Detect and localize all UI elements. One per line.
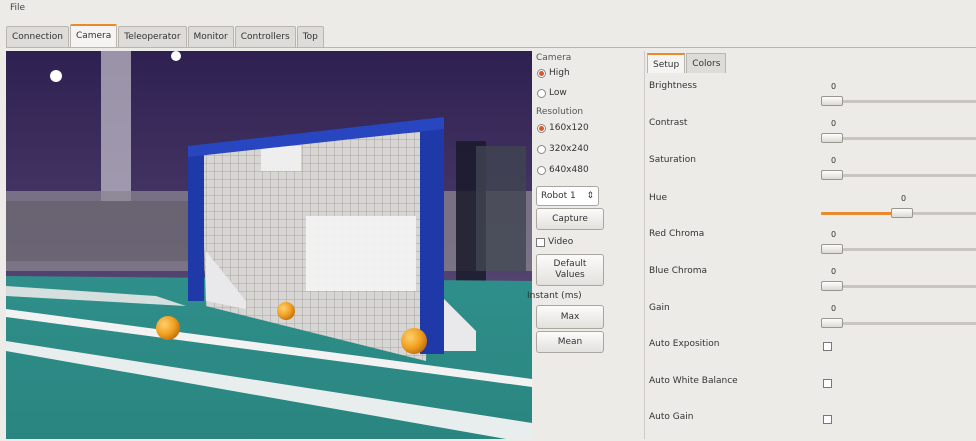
brightness-label: Brightness xyxy=(649,81,697,91)
tab-monitor[interactable]: Monitor xyxy=(187,26,234,48)
tab-teleoperator[interactable]: Teleoperator xyxy=(118,26,187,48)
robot-select[interactable]: Robot 1 ⇕ xyxy=(536,186,599,206)
red-chroma-slider-track[interactable] xyxy=(821,248,976,251)
resolution-group-label: Resolution xyxy=(536,107,584,117)
menu-file[interactable]: File xyxy=(10,3,25,13)
hue-slider-thumb[interactable] xyxy=(891,208,913,218)
video-checkbox[interactable]: Video xyxy=(536,237,573,247)
tab-divider xyxy=(6,47,976,48)
red-chroma-label: Red Chroma xyxy=(649,229,705,239)
gain-value: 0 xyxy=(831,304,837,313)
contrast-slider-thumb[interactable] xyxy=(821,133,843,143)
resolution-320-label: 320x240 xyxy=(549,144,589,154)
camera-high-label: High xyxy=(549,68,570,78)
blue-chroma-value: 0 xyxy=(831,267,837,276)
auto-exposition-label: Auto Exposition xyxy=(649,339,720,349)
default-values-line1: Default xyxy=(553,259,587,269)
radio-dot xyxy=(537,165,546,175)
contrast-label: Contrast xyxy=(649,118,688,128)
radio-dot xyxy=(537,144,546,154)
hue-slider-fill xyxy=(821,212,893,215)
saturation-slider-track[interactable] xyxy=(821,174,976,177)
tab-camera[interactable]: Camera xyxy=(69,24,118,48)
auto-white-balance-label: Auto White Balance xyxy=(649,376,738,386)
red-chroma-slider-thumb[interactable] xyxy=(821,244,843,254)
spin-arrows-icon: ⇕ xyxy=(586,191,594,201)
red-chroma-value: 0 xyxy=(831,230,837,239)
camera-low-radio[interactable]: Low xyxy=(537,88,567,98)
tab-setup[interactable]: Setup xyxy=(647,53,686,73)
default-values-line2: Values xyxy=(555,270,585,280)
instant-ms-label: Instant (ms) xyxy=(527,291,582,301)
hue-label: Hue xyxy=(649,193,668,203)
gain-label: Gain xyxy=(649,303,670,313)
saturation-label: Saturation xyxy=(649,155,696,165)
resolution-640-label: 640x480 xyxy=(549,165,589,175)
camera-high-radio[interactable]: High xyxy=(537,68,570,78)
resolution-160-label: 160x120 xyxy=(549,123,589,133)
gain-slider-thumb[interactable] xyxy=(821,318,843,328)
mean-button[interactable]: Mean xyxy=(536,331,604,353)
brightness-value: 0 xyxy=(831,82,837,91)
tab-connection[interactable]: Connection xyxy=(6,26,69,48)
resolution-640-radio[interactable]: 640x480 xyxy=(537,165,589,175)
gain-slider-track[interactable] xyxy=(821,322,976,325)
blue-chroma-label: Blue Chroma xyxy=(649,266,708,276)
max-button[interactable]: Max xyxy=(536,305,604,329)
radio-dot xyxy=(537,88,546,98)
camera-group-label: Camera xyxy=(536,53,572,63)
robot-select-value: Robot 1 xyxy=(541,191,576,201)
tab-controllers[interactable]: Controllers xyxy=(234,26,296,48)
settings-panel: Setup Colors Brightness 0 Contrast 0 Sat… xyxy=(644,51,976,439)
tab-colors[interactable]: Colors xyxy=(686,53,727,73)
main-tab-bar: Connection Camera Teleoperator Monitor C… xyxy=(6,24,325,48)
camera-view xyxy=(6,51,532,439)
menu-bar: File xyxy=(0,0,976,20)
default-values-button[interactable]: Default Values xyxy=(536,254,604,286)
radio-dot xyxy=(537,123,546,133)
brightness-slider-track[interactable] xyxy=(821,100,976,103)
radio-dot xyxy=(537,68,546,78)
settings-tab-bar: Setup Colors xyxy=(647,53,727,73)
checkbox-box xyxy=(536,237,545,247)
blue-chroma-slider-track[interactable] xyxy=(821,285,976,288)
auto-gain-label: Auto Gain xyxy=(649,412,694,422)
auto-white-balance-checkbox[interactable] xyxy=(823,379,832,388)
camera-controls: Camera High Low Resolution 160x120 320x2… xyxy=(527,51,611,439)
video-label: Video xyxy=(548,237,574,247)
auto-gain-checkbox[interactable] xyxy=(823,415,832,424)
resolution-320-radio[interactable]: 320x240 xyxy=(537,144,589,154)
resolution-160-radio[interactable]: 160x120 xyxy=(537,123,589,133)
contrast-value: 0 xyxy=(831,119,837,128)
blue-chroma-slider-thumb[interactable] xyxy=(821,281,843,291)
camera-image xyxy=(6,51,532,439)
brightness-slider-thumb[interactable] xyxy=(821,96,843,106)
auto-exposition-checkbox[interactable] xyxy=(823,342,832,351)
saturation-value: 0 xyxy=(831,156,837,165)
saturation-slider-thumb[interactable] xyxy=(821,170,843,180)
hue-value: 0 xyxy=(901,194,907,203)
camera-low-label: Low xyxy=(549,88,567,98)
tab-top[interactable]: Top xyxy=(296,26,324,48)
contrast-slider-track[interactable] xyxy=(821,137,976,140)
capture-button[interactable]: Capture xyxy=(536,208,604,230)
